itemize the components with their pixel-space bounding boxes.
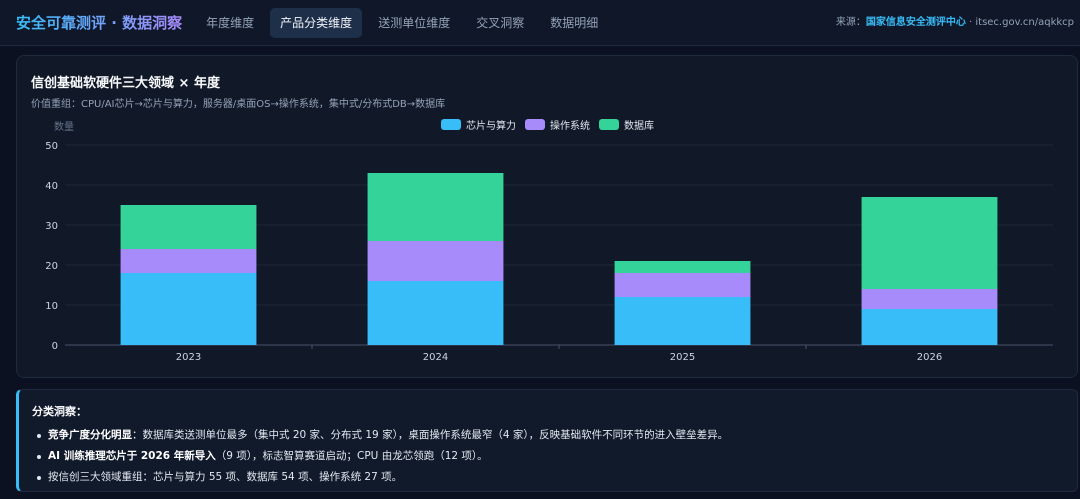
y-tick-label: 50 — [45, 141, 58, 152]
bar-segment-db-2026 — [861, 197, 998, 289]
data-source: 来源：国家信息安全测评中心 · itsec.gov.cn/aqkkcp — [836, 0, 1074, 46]
insight-item: 按信创三大领域重组：芯片与算力 55 项、数据库 54 项、操作系统 27 项。 — [37, 467, 728, 488]
tab-data-details[interactable]: 数据明细 — [540, 8, 608, 38]
bar-segment-chips-2026 — [861, 309, 998, 345]
insight-item-bold: 竞争广度分化明显 — [48, 429, 132, 441]
y-tick-label: 0 — [52, 341, 58, 352]
x-tick-label: 2026 — [917, 352, 942, 363]
y-axis-label: 数量 — [54, 120, 74, 133]
y-tick-label: 20 — [45, 261, 58, 272]
top-navigation-bar: 安全可靠测评 · 数据洞察 年度维度 产品分类维度 送测单位维度 交叉洞察 数据… — [0, 0, 1080, 46]
tab-yearly[interactable]: 年度维度 — [196, 8, 264, 38]
stacked-bar-chart: 数量 0 10 20 30 40 50 2023 2024 2025 2026 — [45, 120, 1053, 363]
insight-item-text: ：数据库类送测单位最多（集中式 20 家、分布式 19 家），桌面操作系统最窄（… — [132, 429, 729, 441]
bar-segment-os-2025 — [614, 273, 751, 297]
insight-item-bold: AI 训练推理芯片于 2026 年新导入 — [48, 450, 216, 462]
bar-segment-db-2024 — [367, 173, 504, 241]
insight-item: AI 训练推理芯片于 2026 年新导入（9 项），标志智算赛道启动；CPU 由… — [37, 446, 728, 467]
dimension-tabs: 年度维度 产品分类维度 送测单位维度 交叉洞察 数据明细 — [196, 7, 614, 38]
x-tick-label: 2024 — [423, 352, 448, 363]
insight-title: 分类洞察： — [32, 405, 87, 418]
x-tick-label: 2025 — [670, 352, 695, 363]
bar-segment-db-2023 — [120, 205, 257, 249]
insight-panel: 分类洞察： 竞争广度分化明显：数据库类送测单位最多（集中式 20 家、分布式 1… — [16, 389, 1078, 492]
bar-segment-os-2026 — [861, 289, 998, 309]
bar-segment-chips-2023 — [120, 273, 257, 345]
bar-segment-chips-2024 — [367, 281, 504, 345]
x-tick-label: 2023 — [176, 352, 201, 363]
tab-cross-insight[interactable]: 交叉洞察 — [466, 8, 534, 38]
tab-product-category[interactable]: 产品分类维度 — [270, 7, 363, 38]
y-tick-label: 40 — [45, 181, 58, 192]
insight-item: 竞争广度分化明显：数据库类送测单位最多（集中式 20 家、分布式 19 家），桌… — [37, 425, 728, 446]
bar-segment-os-2024 — [367, 241, 504, 281]
source-org: 国家信息安全测评中心 — [865, 17, 966, 28]
chart-card: 信创基础软硬件三大领域 × 年度 价值重组：CPU/AI芯片→芯片与算力，服务器… — [16, 55, 1078, 378]
y-tick-label: 10 — [45, 301, 58, 312]
source-url: · itsec.gov.cn/aqkkcp — [965, 17, 1074, 28]
insight-item-text: （9 项），标志智算赛道启动；CPU 由龙芯领跑（12 项）。 — [215, 450, 488, 462]
bar-segment-os-2023 — [120, 249, 257, 273]
y-tick-label: 30 — [45, 221, 58, 232]
bar-segment-chips-2025 — [614, 297, 751, 345]
insight-list: 竞争广度分化明显：数据库类送测单位最多（集中式 20 家、分布式 19 家），桌… — [37, 425, 728, 488]
tab-submitting-unit[interactable]: 送测单位维度 — [368, 8, 460, 38]
source-prefix: 来源： — [835, 17, 866, 28]
bar-segment-db-2025 — [614, 261, 751, 273]
insight-item-text: 按信创三大领域重组：芯片与算力 55 项、数据库 54 项、操作系统 27 项。 — [48, 471, 403, 483]
app-title: 安全可靠测评 · 数据洞察 — [16, 14, 183, 32]
